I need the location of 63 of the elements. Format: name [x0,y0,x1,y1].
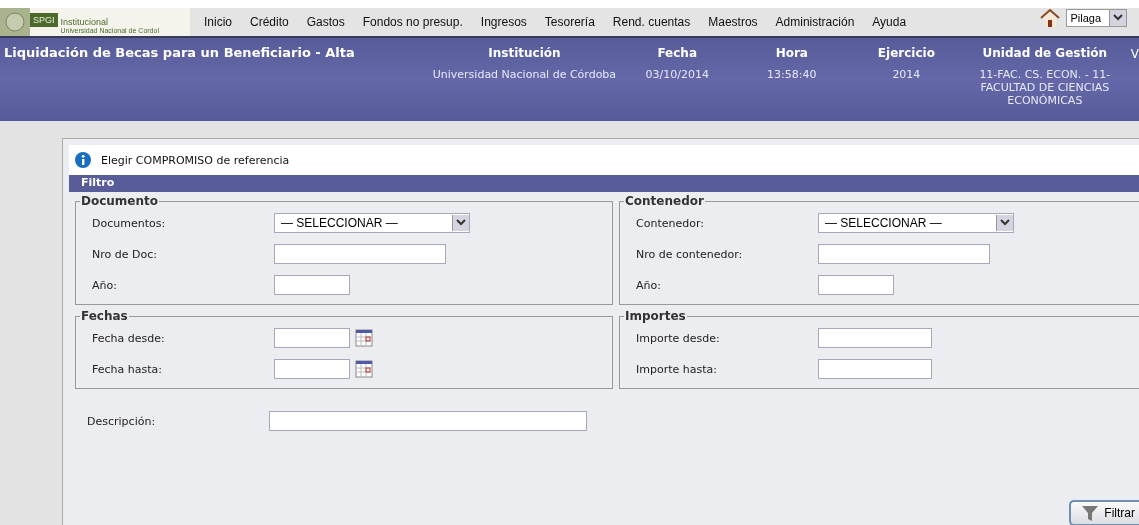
chevron-down-icon [456,219,466,227]
input-field[interactable] [269,411,587,431]
calendar-icon[interactable] [355,360,373,378]
input-field[interactable] [274,244,446,264]
field-label: Documentos: [92,216,167,230]
logo-text: Institucional [60,17,110,27]
header-value: Universidad Nacional de Córdoba [432,68,617,81]
menu-item[interactable]: Administración [775,15,855,29]
dropdown[interactable]: — SELECCIONAR — [274,213,470,233]
header-label: Hora [775,46,808,60]
menu-item[interactable]: Gastos [306,15,345,29]
input-field[interactable] [818,328,932,348]
header-label: Fecha [657,46,697,60]
header-value: 03/10/2014 [645,68,709,81]
menu-item[interactable]: Fondos no presup. [362,15,463,29]
menu-item[interactable]: Crédito [250,15,289,29]
field-label: Fecha hasta: [92,362,163,376]
menu-item[interactable]: Tesorería [544,15,595,29]
field-label: Nro de Doc: [92,247,158,261]
input-field[interactable] [818,359,932,379]
filter-button[interactable]: Filtrar [1069,500,1139,525]
header-value: 11-FAC. CS. ECON. - 11-FACULTAD DE CIENCIAS ECONÓMICAS [978,68,1112,107]
field-label: Año: [92,278,118,292]
system-dropdown[interactable]: Pilaga [1066,9,1127,27]
menu-item[interactable]: Rend. cuentas [612,15,691,29]
page-title: Liquidación de Becas para un Beneficiario - Alta [3,44,356,62]
section-title: Filtro [69,175,1139,192]
field-label: Importe desde: [636,331,721,345]
input-field[interactable] [818,275,894,295]
fieldset-legend: Documento [80,194,160,208]
menu-item[interactable]: Ayuda [872,15,907,29]
header-label: Ejercicio [877,46,935,60]
info-icon [75,152,91,168]
header-label: Institución [488,46,561,60]
field-label: Contenedor: [636,216,705,230]
field-label: Descripción: [87,414,157,428]
date-field[interactable] [274,328,350,348]
dropdown[interactable]: — SELECCIONAR — [818,213,1014,233]
header-label: V [1130,46,1139,63]
chevron-down-icon [1000,219,1010,227]
header-value: 13:58:40 [767,68,817,81]
home-icon[interactable] [1040,9,1061,27]
field-label: Año: [636,278,662,292]
menu-item[interactable]: Inicio [204,15,232,29]
fieldset-legend: Contenedor [624,194,705,208]
funnel-icon [1081,504,1100,522]
info-message: Elegir COMPROMISO de referencia [101,153,290,167]
field-label: Fecha desde: [92,331,166,345]
menu-item[interactable]: Maestros [708,15,758,29]
calendar-icon[interactable] [355,329,373,347]
fieldset-legend: Importes [624,309,687,323]
date-field[interactable] [274,359,350,379]
logo-badge: SPGI [30,13,58,27]
header-value: 2014 [892,68,921,81]
fieldset-legend: Fechas [80,309,129,323]
seal-icon [0,8,30,36]
chevron-down-icon [1113,14,1123,22]
menu-item[interactable]: Ingresos [480,15,527,29]
header-label: Unidad de Gestión [982,46,1108,60]
field-label: Importe hasta: [636,362,718,376]
input-field[interactable] [274,275,350,295]
input-field[interactable] [818,244,990,264]
field-label: Nro de contenedor: [636,247,744,261]
